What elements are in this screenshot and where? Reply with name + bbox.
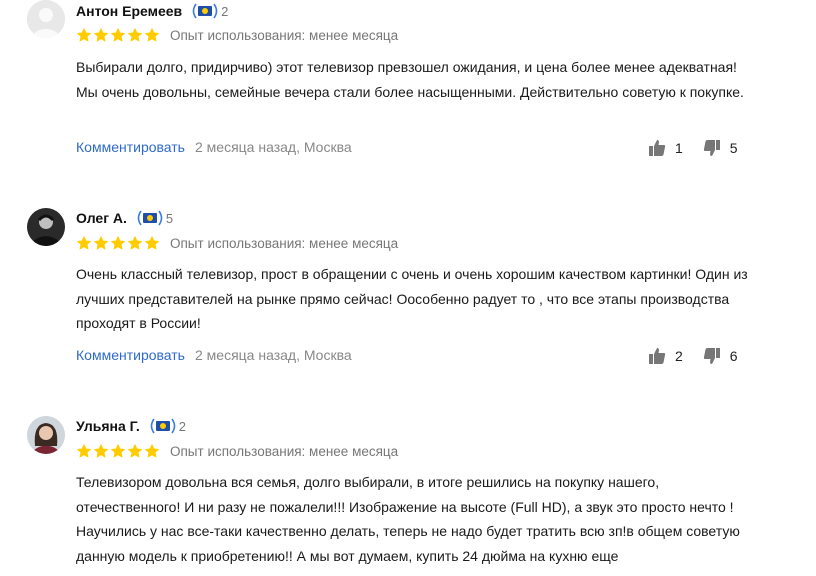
star-icon [93,443,109,458]
review-meta: 2 месяца назад, Москва [194,139,352,155]
expert-badge: 2 [190,2,228,20]
comment-link[interactable]: Комментировать [76,139,185,155]
badge-count: 2 [178,418,186,434]
review-footer: Комментировать 2 месяца назад, Москва [76,137,352,157]
star-icon [110,235,126,250]
dislike-count: 5 [729,140,738,156]
avatar[interactable] [27,416,65,454]
star-rating [76,27,160,43]
badge-count: 2 [221,3,229,19]
author-name-text[interactable]: Ульяна Г. [76,418,140,434]
thumbs-down-icon [703,140,720,156]
rating-row: Опыт использования: менее месяца [76,25,398,45]
thumbs-up-icon [649,348,666,364]
expert-badge: 5 [135,209,173,227]
review-footer: Комментировать 2 месяца назад, Москва [76,345,352,365]
usage-experience: Опыт использования: менее месяца [170,27,399,43]
like-count: 2 [675,348,683,364]
author-name[interactable]: Ульяна Г. 2 [76,416,186,436]
like-button[interactable]: 2 [648,347,683,365]
rating-row: Опыт использования: менее месяца [76,233,398,253]
star-rating [76,235,160,251]
expert-badge: 2 [148,417,186,435]
star-rating [76,443,160,459]
review-text: Выбирали долго, придирчиво) этот телевиз… [76,59,744,100]
laurel-badge-icon [150,418,176,434]
dislike-count: 6 [729,348,738,364]
comment-link[interactable]: Комментировать [76,347,185,363]
star-icon [76,235,92,250]
star-icon [144,235,160,250]
laurel-badge-icon [192,3,218,19]
dislike-button[interactable]: 5 [703,139,738,157]
star-icon [144,27,160,42]
thumbs-up-icon [649,140,666,156]
star-icon [93,235,109,250]
like-count: 1 [675,140,683,156]
star-icon [110,27,126,42]
author-name-text[interactable]: Олег А. [76,210,127,226]
star-icon [76,27,92,42]
like-button[interactable]: 1 [648,139,683,157]
star-icon [93,27,109,42]
avatar[interactable] [27,208,65,246]
thumbs-down-icon [703,348,720,364]
usage-experience: Опыт использования: менее месяца [170,235,399,251]
star-icon [127,27,143,42]
rating-row: Опыт использования: менее месяца [76,441,398,461]
dislike-button[interactable]: 6 [703,347,738,365]
review-text: Очень классный телевизор, прост в обраще… [76,266,748,331]
laurel-badge-icon [137,210,163,226]
star-icon [127,443,143,458]
star-icon [127,235,143,250]
vote-controls: 1 5 [648,138,738,158]
badge-count: 5 [165,210,174,226]
star-icon [76,443,92,458]
author-name[interactable]: Олег А. 5 [76,208,173,228]
star-icon [144,443,160,458]
avatar[interactable] [27,0,65,38]
author-name[interactable]: Антон Еремеев 2 [76,1,228,21]
star-icon [110,443,126,458]
usage-experience: Опыт использования: менее месяца [170,443,399,459]
vote-controls: 2 6 [648,346,738,366]
review-text: Телевизором довольна вся семья, долго вы… [76,474,740,564]
author-name-text[interactable]: Антон Еремеев [76,3,182,19]
review-meta: 2 месяца назад, Москва [194,347,352,363]
